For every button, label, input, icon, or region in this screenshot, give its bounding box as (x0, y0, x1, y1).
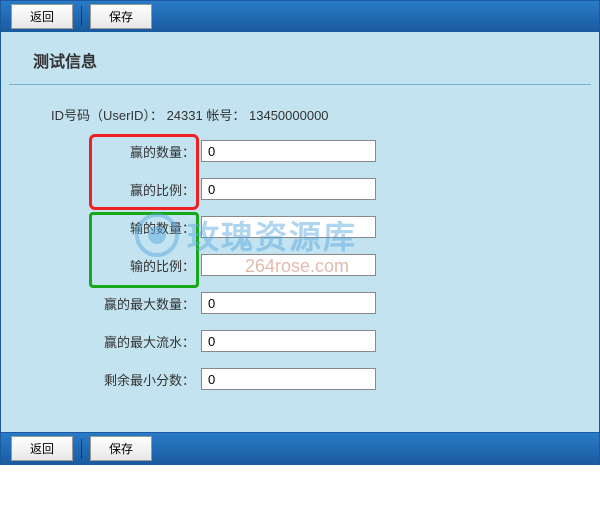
info-line: ID号码（UserID）： 24331 帐号： 13450000000 (1, 85, 599, 140)
row-lose-ratio: 输的比例： (1, 254, 599, 276)
input-win-max-flow[interactable] (201, 330, 376, 352)
account-value: 13450000000 (249, 108, 329, 123)
input-lose-count[interactable] (201, 216, 376, 238)
input-remain-min-score[interactable] (201, 368, 376, 390)
label-win-count: 赢的数量： (1, 142, 201, 161)
label-remain-min-score: 剩余最小分数： (1, 370, 201, 389)
top-toolbar: 返回 保存 (0, 0, 600, 32)
save-button[interactable]: 保存 (90, 4, 152, 29)
content-panel: 测试信息 ID号码（UserID）： 24331 帐号： 13450000000… (0, 32, 600, 433)
label-win-max-count: 赢的最大数量： (1, 294, 201, 313)
label-win-ratio: 赢的比例： (1, 180, 201, 199)
bottom-toolbar: 返回 保存 (0, 433, 600, 465)
account-label: 帐号： (206, 108, 245, 123)
id-value: 24331 (167, 108, 203, 123)
row-lose-count: 输的数量： (1, 216, 599, 238)
back-button-bottom[interactable]: 返回 (11, 436, 73, 461)
row-remain-min-score: 剩余最小分数： (1, 368, 599, 390)
row-win-max-flow: 赢的最大流水： (1, 330, 599, 352)
id-label: ID号码（UserID）： (51, 108, 163, 123)
input-win-ratio[interactable] (201, 178, 376, 200)
form-area: 赢的数量： 赢的比例： 输的数量： 输的比例： 赢的最大数量： 赢的最大流水： … (1, 140, 599, 432)
row-win-ratio: 赢的比例： (1, 178, 599, 200)
label-lose-ratio: 输的比例： (1, 256, 201, 275)
row-win-count: 赢的数量： (1, 140, 599, 162)
toolbar-separator (81, 6, 82, 26)
label-lose-count: 输的数量： (1, 218, 201, 237)
label-win-max-flow: 赢的最大流水： (1, 332, 201, 351)
row-win-max-count: 赢的最大数量： (1, 292, 599, 314)
section-title: 测试信息 (9, 32, 591, 85)
back-button[interactable]: 返回 (11, 4, 73, 29)
save-button-bottom[interactable]: 保存 (90, 436, 152, 461)
toolbar-separator-bottom (81, 439, 82, 459)
input-win-count[interactable] (201, 140, 376, 162)
input-lose-ratio[interactable] (201, 254, 376, 276)
input-win-max-count[interactable] (201, 292, 376, 314)
